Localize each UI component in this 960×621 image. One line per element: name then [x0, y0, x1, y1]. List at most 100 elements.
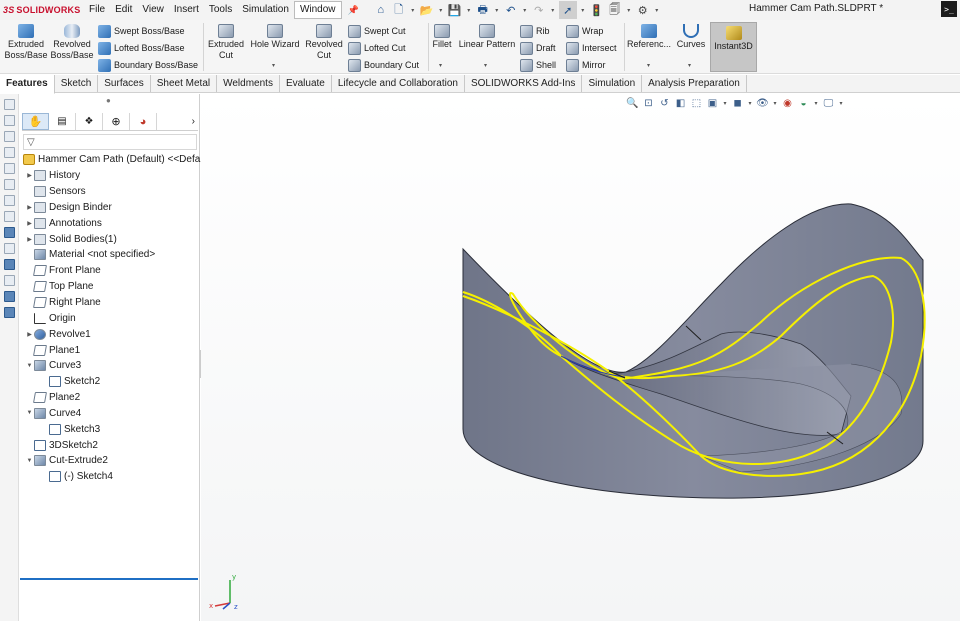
strip-tool-icon[interactable]	[4, 211, 15, 222]
strip-tool-icon[interactable]	[4, 259, 15, 270]
curves-button[interactable]: Curves	[674, 22, 708, 50]
menu-window[interactable]: Window	[293, 1, 342, 19]
graphics-area[interactable]: 🔍 ⊡ ↺ ◧ ⬚ ▣ ▾ ◼ ▾ 👁 ▾ ◉ ◒ ▾ 🖵 ▾ y x z	[201, 94, 960, 621]
menu-insert[interactable]: Insert	[169, 0, 204, 20]
strip-tool-icon[interactable]	[4, 291, 15, 302]
tree-node[interactable]: Top Plane	[20, 279, 200, 295]
tab-surfaces[interactable]: Surfaces	[98, 75, 151, 92]
fillet-button[interactable]: Fillet	[431, 22, 453, 50]
boundary-boss-base-button[interactable]: Boundary Boss/Base	[98, 57, 198, 73]
tree-node[interactable]: Origin	[20, 310, 200, 326]
menu-file[interactable]: File	[84, 0, 110, 20]
tree-node[interactable]: ▶ Revolve1	[20, 326, 200, 342]
tab-sketch[interactable]: Sketch	[55, 75, 99, 92]
tree-node[interactable]: (-) Sketch4	[20, 469, 200, 485]
reference-geometry-button[interactable]: Referenc...	[627, 22, 671, 50]
options-gear-icon[interactable]: ⚙	[635, 2, 651, 18]
command-prompt-icon[interactable]: >_	[941, 1, 957, 17]
new-document-icon[interactable]: 🗋	[391, 2, 407, 18]
lofted-boss-base-button[interactable]: Lofted Boss/Base	[98, 40, 185, 56]
linear-pattern-dropdown-icon[interactable]: ▾	[484, 62, 487, 69]
menu-simulation[interactable]: Simulation	[237, 0, 294, 20]
strip-tool-icon[interactable]	[4, 115, 15, 126]
rollback-bar[interactable]	[20, 578, 198, 580]
reference-geometry-dropdown-icon[interactable]: ▾	[647, 62, 650, 69]
hole-wizard-dropdown-icon[interactable]: ▾	[272, 62, 275, 69]
tree-node[interactable]: Hammer Cam Path (Default) <<Defa	[20, 152, 200, 168]
strip-tool-icon[interactable]	[4, 99, 15, 110]
boundary-cut-button[interactable]: Boundary Cut	[348, 57, 419, 73]
intersect-button[interactable]: Intersect	[566, 40, 617, 56]
select-icon[interactable]: ➚	[558, 1, 577, 19]
menu-tools[interactable]: Tools	[204, 0, 237, 20]
feature-manager-tab[interactable]: ✋	[22, 113, 49, 130]
tree-node[interactable]: ▶ Design Binder	[20, 200, 200, 216]
menu-view[interactable]: View	[137, 0, 169, 20]
expand-arrow-icon[interactable]: ▶	[25, 331, 34, 338]
tree-node[interactable]: ▼ Cut-Extrude2	[20, 453, 200, 469]
tree-node[interactable]: Sketch3	[20, 421, 200, 437]
extruded-boss-base-button[interactable]: Extruded Boss/Base	[4, 22, 48, 61]
select-dropdown-icon[interactable]: ▾	[579, 7, 587, 14]
strip-tool-icon[interactable]	[4, 243, 15, 254]
tree-node[interactable]: ▼ Curve3	[20, 358, 200, 374]
tree-node[interactable]: 3DSketch2	[20, 437, 200, 453]
tab-sheet-metal[interactable]: Sheet Metal	[151, 75, 218, 92]
dimxpert-manager-tab[interactable]: ⊕	[103, 113, 130, 130]
shell-button[interactable]: Shell	[520, 57, 556, 73]
options-dropdown-icon[interactable]: ▾	[653, 7, 661, 14]
strip-tool-icon[interactable]	[4, 179, 15, 190]
tree-node[interactable]: Sketch2	[20, 374, 200, 390]
strip-tool-icon[interactable]	[4, 147, 15, 158]
panel-grip-icon[interactable]: ●	[106, 96, 111, 105]
print-icon[interactable]: 🖶	[475, 2, 491, 18]
tree-node[interactable]: ▶ History	[20, 168, 200, 184]
collapse-arrow-icon[interactable]: ▼	[25, 410, 34, 416]
reference-triad[interactable]: y x z	[205, 570, 245, 610]
pin-icon[interactable]: 📌	[342, 5, 365, 16]
strip-tool-icon[interactable]	[4, 275, 15, 286]
revolved-cut-button[interactable]: Revolved Cut	[303, 22, 345, 61]
tree-node[interactable]: Sensors	[20, 184, 200, 200]
expand-arrow-icon[interactable]: ▶	[25, 204, 34, 211]
undo-dropdown-icon[interactable]: ▾	[521, 7, 529, 14]
tree-node[interactable]: Plane2	[20, 390, 200, 406]
strip-tool-icon[interactable]	[4, 307, 15, 318]
tabs-more-chevron-icon[interactable]: ›	[192, 113, 198, 130]
configuration-manager-tab[interactable]: ❖	[76, 113, 103, 130]
tree-node[interactable]: ▶ Annotations	[20, 215, 200, 231]
menu-edit[interactable]: Edit	[110, 0, 137, 20]
expand-arrow-icon[interactable]: ▶	[25, 172, 34, 179]
tree-filter-bar[interactable]: ▽	[23, 134, 197, 150]
hole-wizard-button[interactable]: Hole Wizard	[249, 22, 301, 50]
tree-node[interactable]: Front Plane	[20, 263, 200, 279]
rebuild-icon[interactable]: 🚦	[589, 2, 605, 18]
solidworks-logo[interactable]: 3S SOLIDWORKS	[0, 5, 84, 15]
rib-button[interactable]: Rib	[520, 23, 550, 39]
file-properties-icon[interactable]: 🗐	[607, 2, 623, 18]
tree-node[interactable]: Right Plane	[20, 295, 200, 311]
swept-cut-button[interactable]: Swept Cut	[348, 23, 406, 39]
tab-lifecycle-and-collaboration[interactable]: Lifecycle and Collaboration	[332, 75, 465, 92]
property-manager-tab[interactable]: ▤	[49, 113, 76, 130]
redo-dropdown-icon[interactable]: ▾	[549, 7, 557, 14]
file-properties-dropdown-icon[interactable]: ▾	[625, 7, 633, 14]
expand-arrow-icon[interactable]: ▶	[25, 220, 34, 227]
tree-node[interactable]: Plane1	[20, 342, 200, 358]
save-dropdown-icon[interactable]: ▾	[465, 7, 473, 14]
revolved-boss-base-button[interactable]: Revolved Boss/Base	[50, 22, 94, 61]
undo-icon[interactable]: ↶	[503, 2, 519, 18]
open-icon[interactable]: 📂	[419, 2, 435, 18]
swept-boss-base-button[interactable]: Swept Boss/Base	[98, 23, 185, 39]
tree-node[interactable]: Material <not specified>	[20, 247, 200, 263]
tab-solidworks-add-ins[interactable]: SOLIDWORKS Add-Ins	[465, 75, 583, 92]
fillet-dropdown-icon[interactable]: ▾	[439, 62, 442, 69]
tab-weldments[interactable]: Weldments	[217, 75, 280, 92]
tab-analysis-preparation[interactable]: Analysis Preparation	[642, 75, 747, 92]
display-manager-tab[interactable]: ◕	[130, 113, 157, 130]
tab-evaluate[interactable]: Evaluate	[280, 75, 332, 92]
home-icon[interactable]: ⌂	[373, 2, 389, 18]
wrap-button[interactable]: Wrap	[566, 23, 603, 39]
tree-node[interactable]: ▼ Curve4	[20, 406, 200, 422]
strip-tool-icon[interactable]	[4, 131, 15, 142]
